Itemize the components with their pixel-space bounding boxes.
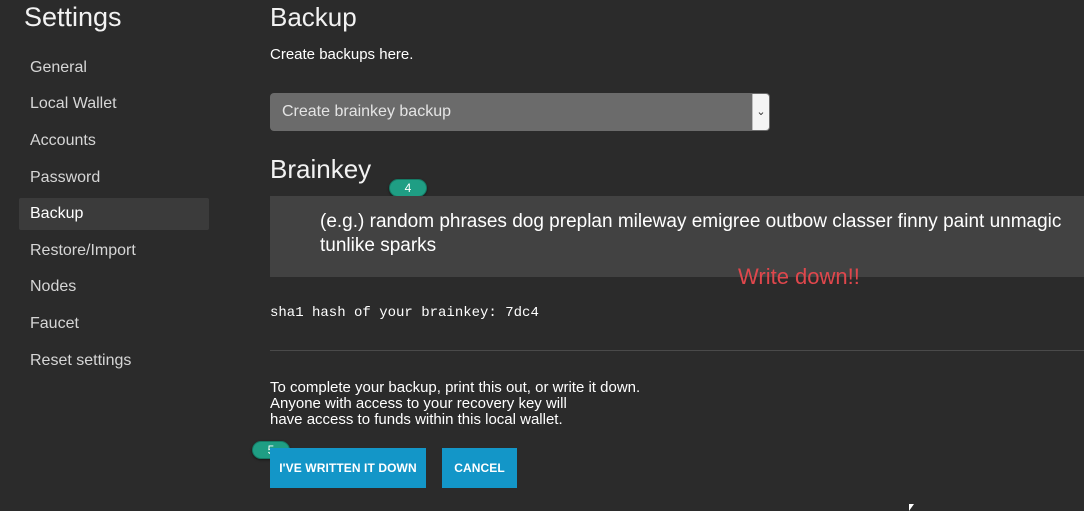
page-subtitle: Create backups here. xyxy=(270,46,414,63)
warning-line-3: have access to funds within this local w… xyxy=(270,411,563,428)
page-title: Backup xyxy=(270,2,357,32)
sidebar-item-password[interactable]: Password xyxy=(19,162,209,194)
brainkey-heading: Brainkey xyxy=(270,154,372,184)
cancel-button[interactable]: CANCEL xyxy=(442,448,517,488)
brainkey-hash: sha1 hash of your brainkey: 7dc4 xyxy=(270,305,539,321)
mouse-cursor-icon xyxy=(909,504,914,511)
sidebar-item-backup[interactable]: Backup xyxy=(19,198,209,230)
section-divider xyxy=(270,350,1084,351)
warning-line-2: Anyone with access to your recovery key … xyxy=(270,395,567,412)
sidebar-item-accounts[interactable]: Accounts xyxy=(19,125,209,157)
step-badge-4: 4 xyxy=(389,179,427,197)
write-down-annotation: Write down!! xyxy=(738,264,860,289)
settings-sidebar: Settings General Local Wallet Accounts P… xyxy=(0,0,230,511)
backup-warning: To complete your backup, print this out,… xyxy=(270,380,640,428)
backup-type-select[interactable]: Create brainkey backup ⌄ xyxy=(270,93,770,131)
sidebar-item-restore-import[interactable]: Restore/Import xyxy=(19,235,209,267)
sidebar-item-reset-settings[interactable]: Reset settings xyxy=(19,345,209,377)
brainkey-phrase: (e.g.) random phrases dog preplan milewa… xyxy=(320,211,1062,256)
sidebar-item-nodes[interactable]: Nodes xyxy=(19,271,209,303)
warning-line-1: To complete your backup, print this out,… xyxy=(270,379,641,396)
written-it-down-button[interactable]: I'VE WRITTEN IT DOWN xyxy=(270,448,426,488)
sidebar-title: Settings xyxy=(24,2,122,32)
chevron-down-icon[interactable]: ⌄ xyxy=(752,94,769,130)
sidebar-item-local-wallet[interactable]: Local Wallet xyxy=(19,88,209,120)
sidebar-item-general[interactable]: General xyxy=(19,52,209,84)
brainkey-box: (e.g.) random phrases dog preplan milewa… xyxy=(270,196,1084,277)
sidebar-item-faucet[interactable]: Faucet xyxy=(19,308,209,340)
backup-type-select-value: Create brainkey backup xyxy=(282,103,451,120)
